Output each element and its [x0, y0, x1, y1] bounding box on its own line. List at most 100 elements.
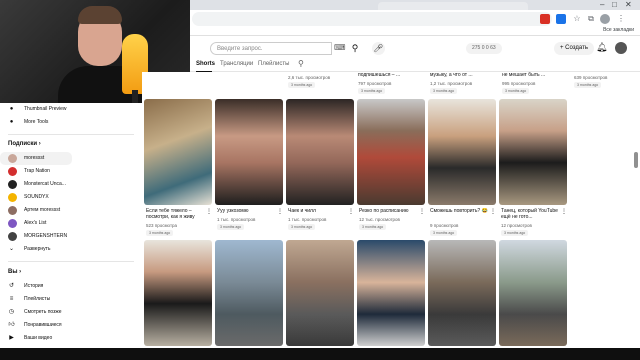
chevron-down-icon: ⌄: [8, 246, 15, 252]
view-count: 523 просмотра: [146, 223, 178, 228]
chevron-right-icon: ›: [38, 141, 41, 147]
screen: – □ ✕ ☆ ⧉ ⋮ Все закладки Введите запрос.…: [0, 0, 640, 348]
sidebar-item-label: Monstercat Unca...: [24, 181, 66, 187]
maximize-icon[interactable]: □: [612, 0, 617, 9]
channel-tabs: Shorts Трансляции Плейлисты ⚲: [188, 59, 640, 72]
short-thumbnail[interactable]: [215, 99, 283, 205]
upload-age: 3 months ago: [502, 88, 530, 94]
sidebar-item-label: Развернуть: [24, 246, 51, 252]
sidebar-item-label: Смотреть позже: [24, 309, 62, 315]
all-bookmarks[interactable]: Все закладки: [603, 27, 634, 33]
history-icon: ↺: [8, 283, 15, 289]
bell-icon[interactable]: 🔔︎: [596, 42, 607, 53]
sidebar: ● Thumbnail Preview ● More Tools Подписк…: [0, 103, 142, 348]
star-icon[interactable]: ☆: [572, 14, 582, 24]
short-thumbnail[interactable]: [357, 99, 425, 205]
thumbs-up-icon: 👍︎: [8, 322, 15, 328]
short-thumbnail[interactable]: [499, 240, 567, 346]
address-bar[interactable]: [192, 12, 552, 26]
short-title: Резко по расписанию: [359, 208, 409, 214]
sidebar-item-label: Alex's List: [24, 220, 47, 226]
sidebar-item-label: MORGENSHTERN: [24, 233, 68, 239]
short-thumbnail[interactable]: [499, 99, 567, 205]
short-thumbnail[interactable]: [428, 240, 496, 346]
sidebar-sub-morgenshtern[interactable]: MORGENSHTERN: [0, 230, 142, 243]
view-count: 639 просмотров: [574, 75, 608, 80]
more-icon[interactable]: ⋮: [348, 208, 354, 215]
profile-icon[interactable]: [600, 14, 610, 24]
upload-age: 3 months ago: [217, 224, 245, 230]
avatar[interactable]: [615, 42, 627, 54]
tab-strip: – □ ✕: [188, 0, 640, 10]
keyboard-icon[interactable]: ⌨: [334, 43, 346, 53]
you-heading[interactable]: Вы ›: [8, 269, 21, 275]
sidebar-item-history[interactable]: ↺ История: [0, 280, 142, 293]
view-count: 995 просмотров: [502, 81, 536, 86]
mic-icon[interactable]: 🎤︎: [372, 42, 385, 55]
tab-playlists[interactable]: Плейлисты: [258, 61, 289, 67]
sidebar-item-liked[interactable]: 👍︎ Понравившиеся: [0, 319, 142, 332]
close-icon[interactable]: ✕: [625, 0, 632, 9]
tab-live[interactable]: Трансляции: [220, 61, 253, 67]
sidebar-sub-alexs-list[interactable]: Alex's List: [0, 217, 142, 230]
create-button[interactable]: + Создать: [554, 42, 594, 55]
tab-shorts[interactable]: Shorts: [196, 61, 215, 67]
more-icon[interactable]: ⋮: [277, 208, 283, 215]
view-count: 797 просмотров: [358, 81, 392, 86]
more-icon[interactable]: ⋮: [206, 208, 212, 215]
more-icon[interactable]: ⋮: [561, 208, 567, 215]
browser-chrome: – □ ✕ ☆ ⧉ ⋮ Все закладки: [188, 0, 640, 36]
sidebar-item-more-tools[interactable]: ● More Tools: [0, 116, 142, 129]
search-input[interactable]: Введите запрос.: [210, 42, 332, 55]
stats-pill[interactable]: 275 0 0 63: [466, 43, 502, 54]
short-thumbnail[interactable]: [286, 99, 354, 205]
channel-search-icon[interactable]: ⚲: [298, 59, 304, 68]
upload-age: 3 months ago: [358, 88, 386, 94]
playlist-icon: ≡: [9, 296, 14, 302]
short-thumbnail[interactable]: [215, 240, 283, 346]
channel-avatar: [8, 193, 17, 202]
shorts-grid: 2,6 тыс. просмотров 3 months ago подпише…: [142, 72, 632, 348]
more-icon[interactable]: ⋮: [419, 208, 425, 215]
sidebar-sub-moressst[interactable]: moressst: [0, 152, 72, 165]
upload-age: 3 months ago: [430, 230, 458, 236]
short-thumbnail[interactable]: [428, 99, 496, 205]
short-thumbnail[interactable]: [357, 240, 425, 346]
menu-dots-icon[interactable]: ⋮: [616, 14, 626, 24]
channel-avatar: [8, 167, 17, 176]
webcam-person-hair: [78, 6, 122, 24]
minimize-icon[interactable]: –: [600, 0, 604, 9]
short-thumbnail[interactable]: [144, 240, 212, 346]
sidebar-item-your-videos[interactable]: ▶ Ваши видео: [0, 332, 142, 345]
sidebar-item-label: Артем moressst: [24, 207, 61, 213]
sidebar-item-watch-later[interactable]: ◷ Смотреть позже: [0, 306, 142, 319]
video-icon: ▶: [9, 335, 14, 341]
sidebar-expand[interactable]: ⌄ Развернуть: [0, 243, 142, 256]
dot-icon: ●: [9, 106, 14, 112]
sidebar-sub-soundyx[interactable]: SOUNDYX: [0, 191, 142, 204]
bookmarks-bar: Все закладки: [188, 27, 640, 36]
scrollbar[interactable]: [634, 152, 638, 168]
browser-tab[interactable]: [378, 2, 528, 10]
short-title: Чаек и чилл: [288, 208, 316, 214]
divider: [8, 134, 134, 135]
extension-icon[interactable]: [540, 14, 550, 24]
dot-icon: ●: [9, 119, 14, 125]
puzzle-icon[interactable]: ⧉: [586, 14, 596, 24]
sidebar-item-thumbnail-preview[interactable]: ● Thumbnail Preview: [0, 103, 142, 116]
sidebar-item-playlists[interactable]: ≡ Плейлисты: [0, 293, 142, 306]
search-button[interactable]: ⚲: [348, 42, 362, 55]
more-icon[interactable]: ⋮: [490, 208, 496, 215]
short-title: музыку, а что от ...: [430, 72, 473, 78]
upload-age: 3 months ago: [288, 82, 316, 88]
microphone-arm: [132, 90, 138, 103]
sidebar-sub-monstercat[interactable]: Monstercat Unca...: [0, 178, 142, 191]
short-thumbnail[interactable]: [286, 240, 354, 346]
extension-icon[interactable]: [556, 14, 566, 24]
address-row: ☆ ⧉ ⋮: [188, 10, 640, 28]
sidebar-sub-artem[interactable]: Артем moressst: [0, 204, 142, 217]
short-thumbnail[interactable]: [144, 99, 212, 205]
view-count: 1,2 тыс. просмотров: [430, 81, 473, 86]
sidebar-sub-trap-nation[interactable]: Trap Nation: [0, 165, 142, 178]
subscriptions-heading[interactable]: Подписки ›: [8, 141, 41, 147]
